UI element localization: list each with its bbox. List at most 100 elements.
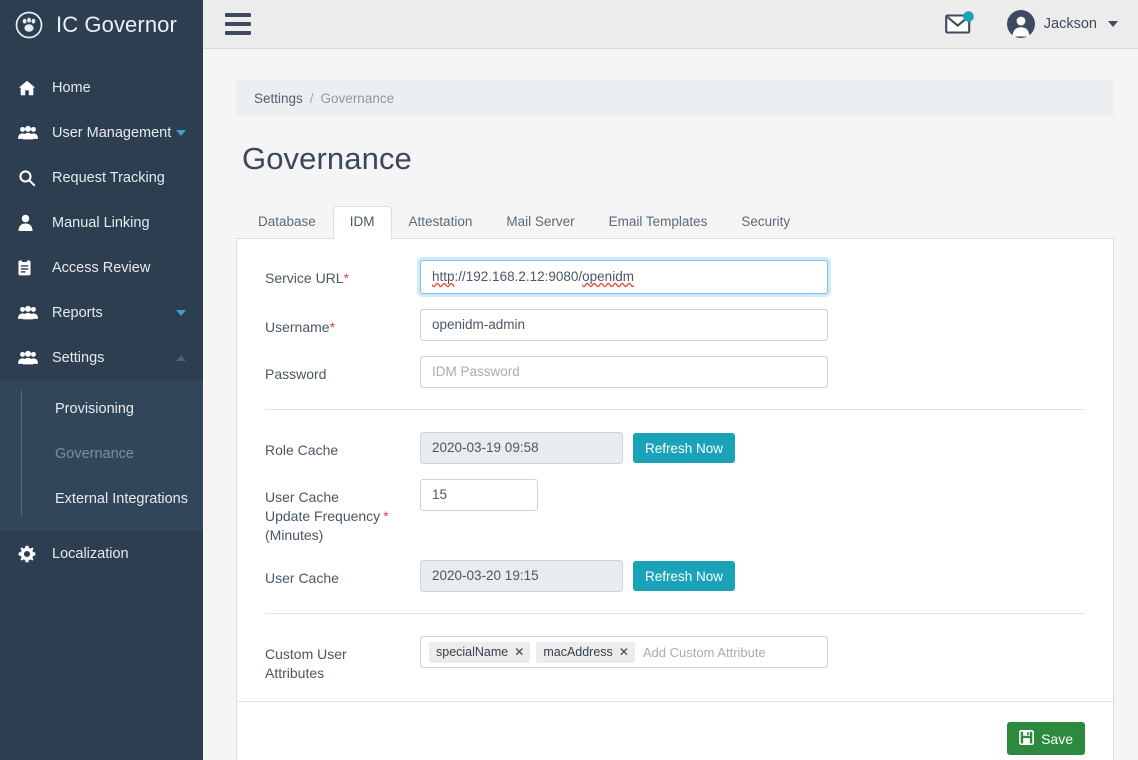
mail-badge-dot [962,11,974,22]
label-line-2: Update Frequency * [265,507,420,526]
hamburger-bar [225,22,251,26]
tab-label: IDM [349,214,375,229]
sidebar-item-access-review[interactable]: Access Review [0,245,203,290]
paw-circle-icon [14,10,44,40]
page-title: Governance [242,141,412,176]
user-menu[interactable]: Jackson [1006,10,1118,38]
users-icon [18,350,44,365]
idm-form: Service URL* http://192.168.2.12:9080/op… [237,239,1113,683]
page-content: Settings / Governance Governance Databas… [203,49,1138,760]
tab-idm[interactable]: IDM [332,206,392,239]
password-label: Password [265,366,327,382]
sidebar-item-label: Home [52,79,91,96]
sidebar-item-label: Manual Linking [52,214,150,231]
sidebar-subitem-provisioning[interactable]: Provisioning [0,386,203,431]
envelope-icon[interactable] [944,11,975,37]
tab-attestation[interactable]: Attestation [392,206,490,238]
sidebar-item-request-tracking[interactable]: Request Tracking [0,155,203,200]
label-text: Service URL [265,270,344,286]
sidebar-item-reports[interactable]: Reports [0,290,203,335]
sidebar-subitem-external-integrations[interactable]: External Integrations [0,476,203,521]
form-row-role-cache: Role Cache 2020-03-19 09:58 Refresh Now [265,432,1085,464]
custom-attributes-input[interactable]: specialName ✕ macAddress ✕ Add Custom At… [420,636,828,668]
username-label: Username* [265,309,420,337]
custom-attributes-control: specialName ✕ macAddress ✕ Add Custom At… [420,636,828,668]
service-url-label: Service URL* [265,260,420,288]
label-text: Username [265,319,330,335]
role-cache-label: Role Cache [265,442,339,458]
section-divider-1 [265,409,1085,410]
sidebar-item-settings[interactable]: Settings [0,335,203,380]
brand-title: IC Governor [56,11,177,37]
tab-database[interactable]: Database [241,206,333,238]
tab-security[interactable]: Security [724,206,807,238]
form-row-service-url: Service URL* http://192.168.2.12:9080/op… [265,260,1085,294]
users-icon [18,305,44,320]
required-asterisk: * [383,508,389,524]
tag-item: macAddress ✕ [536,641,635,663]
chevron-down-icon [176,129,186,136]
username-input[interactable]: openidm-admin [420,309,828,341]
gear-icon [18,545,44,563]
required-asterisk: * [343,270,350,286]
sidebar-item-home[interactable]: Home [0,65,203,110]
settings-submenu: Provisioning Governance External Integra… [0,380,203,531]
label-text: Update Frequency [265,508,381,524]
sidebar-item-label: Request Tracking [52,169,165,186]
topbar: Jackson [203,0,1138,49]
close-icon[interactable]: ✕ [619,646,629,658]
section-divider-2 [265,613,1085,614]
form-row-password: Password IDM Password [265,356,1085,388]
breadcrumb: Settings / Governance [236,80,1114,116]
tab-mail-server[interactable]: Mail Server [489,206,591,238]
brand[interactable]: IC Governor [0,0,203,49]
sidebar-item-label: Reports [52,304,103,321]
user-cache-refresh-button[interactable]: Refresh Now [633,561,736,591]
sidebar-subitem-governance[interactable]: Governance [0,431,203,476]
tab-bar: Database IDM Attestation Mail Server Ema… [236,206,1114,239]
save-button[interactable]: Save [1007,722,1085,755]
tab-email-templates[interactable]: Email Templates [592,206,725,238]
card-footer: Save [237,701,1113,760]
sidebar-item-label: User Management [52,124,172,141]
users-icon [18,125,44,140]
sidebar-item-localization[interactable]: Localization [0,531,203,576]
service-url-path: openidm [582,269,634,284]
tag-label: macAddress [543,644,613,659]
floppy-save-icon [1019,729,1035,748]
label-line-2: Attributes [265,665,325,681]
tag-item: specialName ✕ [429,641,531,663]
user-cache-control: 2020-03-20 19:15 Refresh Now [420,560,736,592]
sidebar-item-label: Localization [52,545,129,562]
sidebar-subitem-label: Provisioning [55,400,134,417]
sidebar-item-manual-linking[interactable]: Manual Linking [0,200,203,245]
close-icon[interactable]: ✕ [514,646,524,658]
breadcrumb-separator: / [309,90,314,106]
label-line-3: (Minutes) [265,527,324,543]
user-cache-frequency-input[interactable]: 15 [420,479,538,511]
sidebar-item-label: Settings [52,349,105,366]
home-icon [18,79,44,97]
breadcrumb-current: Governance [320,90,395,106]
hamburger-icon[interactable] [225,13,251,35]
sidebar-item-label: Access Review [52,259,151,276]
sidebar-item-user-management[interactable]: User Management [0,110,203,155]
form-row-user-cache: User Cache 2020-03-20 19:15 Refresh Now [265,560,1085,592]
username-control: openidm-admin [420,309,828,341]
search-icon [18,169,44,187]
service-url-host: ://192.168.2.12:9080/ [454,269,583,284]
form-row-username: Username* openidm-admin [265,309,1085,341]
password-input[interactable]: IDM Password [420,356,828,388]
role-cache-refresh-button[interactable]: Refresh Now [633,433,736,463]
tab-label: Security [741,214,791,229]
sidebar-subitem-label: External Integrations [55,490,188,507]
chevron-up-icon [176,354,186,361]
breadcrumb-root[interactable]: Settings [254,91,303,106]
tab-label: Mail Server [506,214,575,229]
user-icon [18,214,44,231]
sidebar-subitem-label: Governance [55,445,134,462]
idm-settings-card: Service URL* http://192.168.2.12:9080/op… [236,238,1114,760]
label-line-1: Custom User [265,646,347,662]
service-url-input[interactable]: http://192.168.2.12:9080/openidm [420,260,828,294]
user-cache-frequency-label: User Cache Update Frequency * (Minutes) [265,479,420,545]
